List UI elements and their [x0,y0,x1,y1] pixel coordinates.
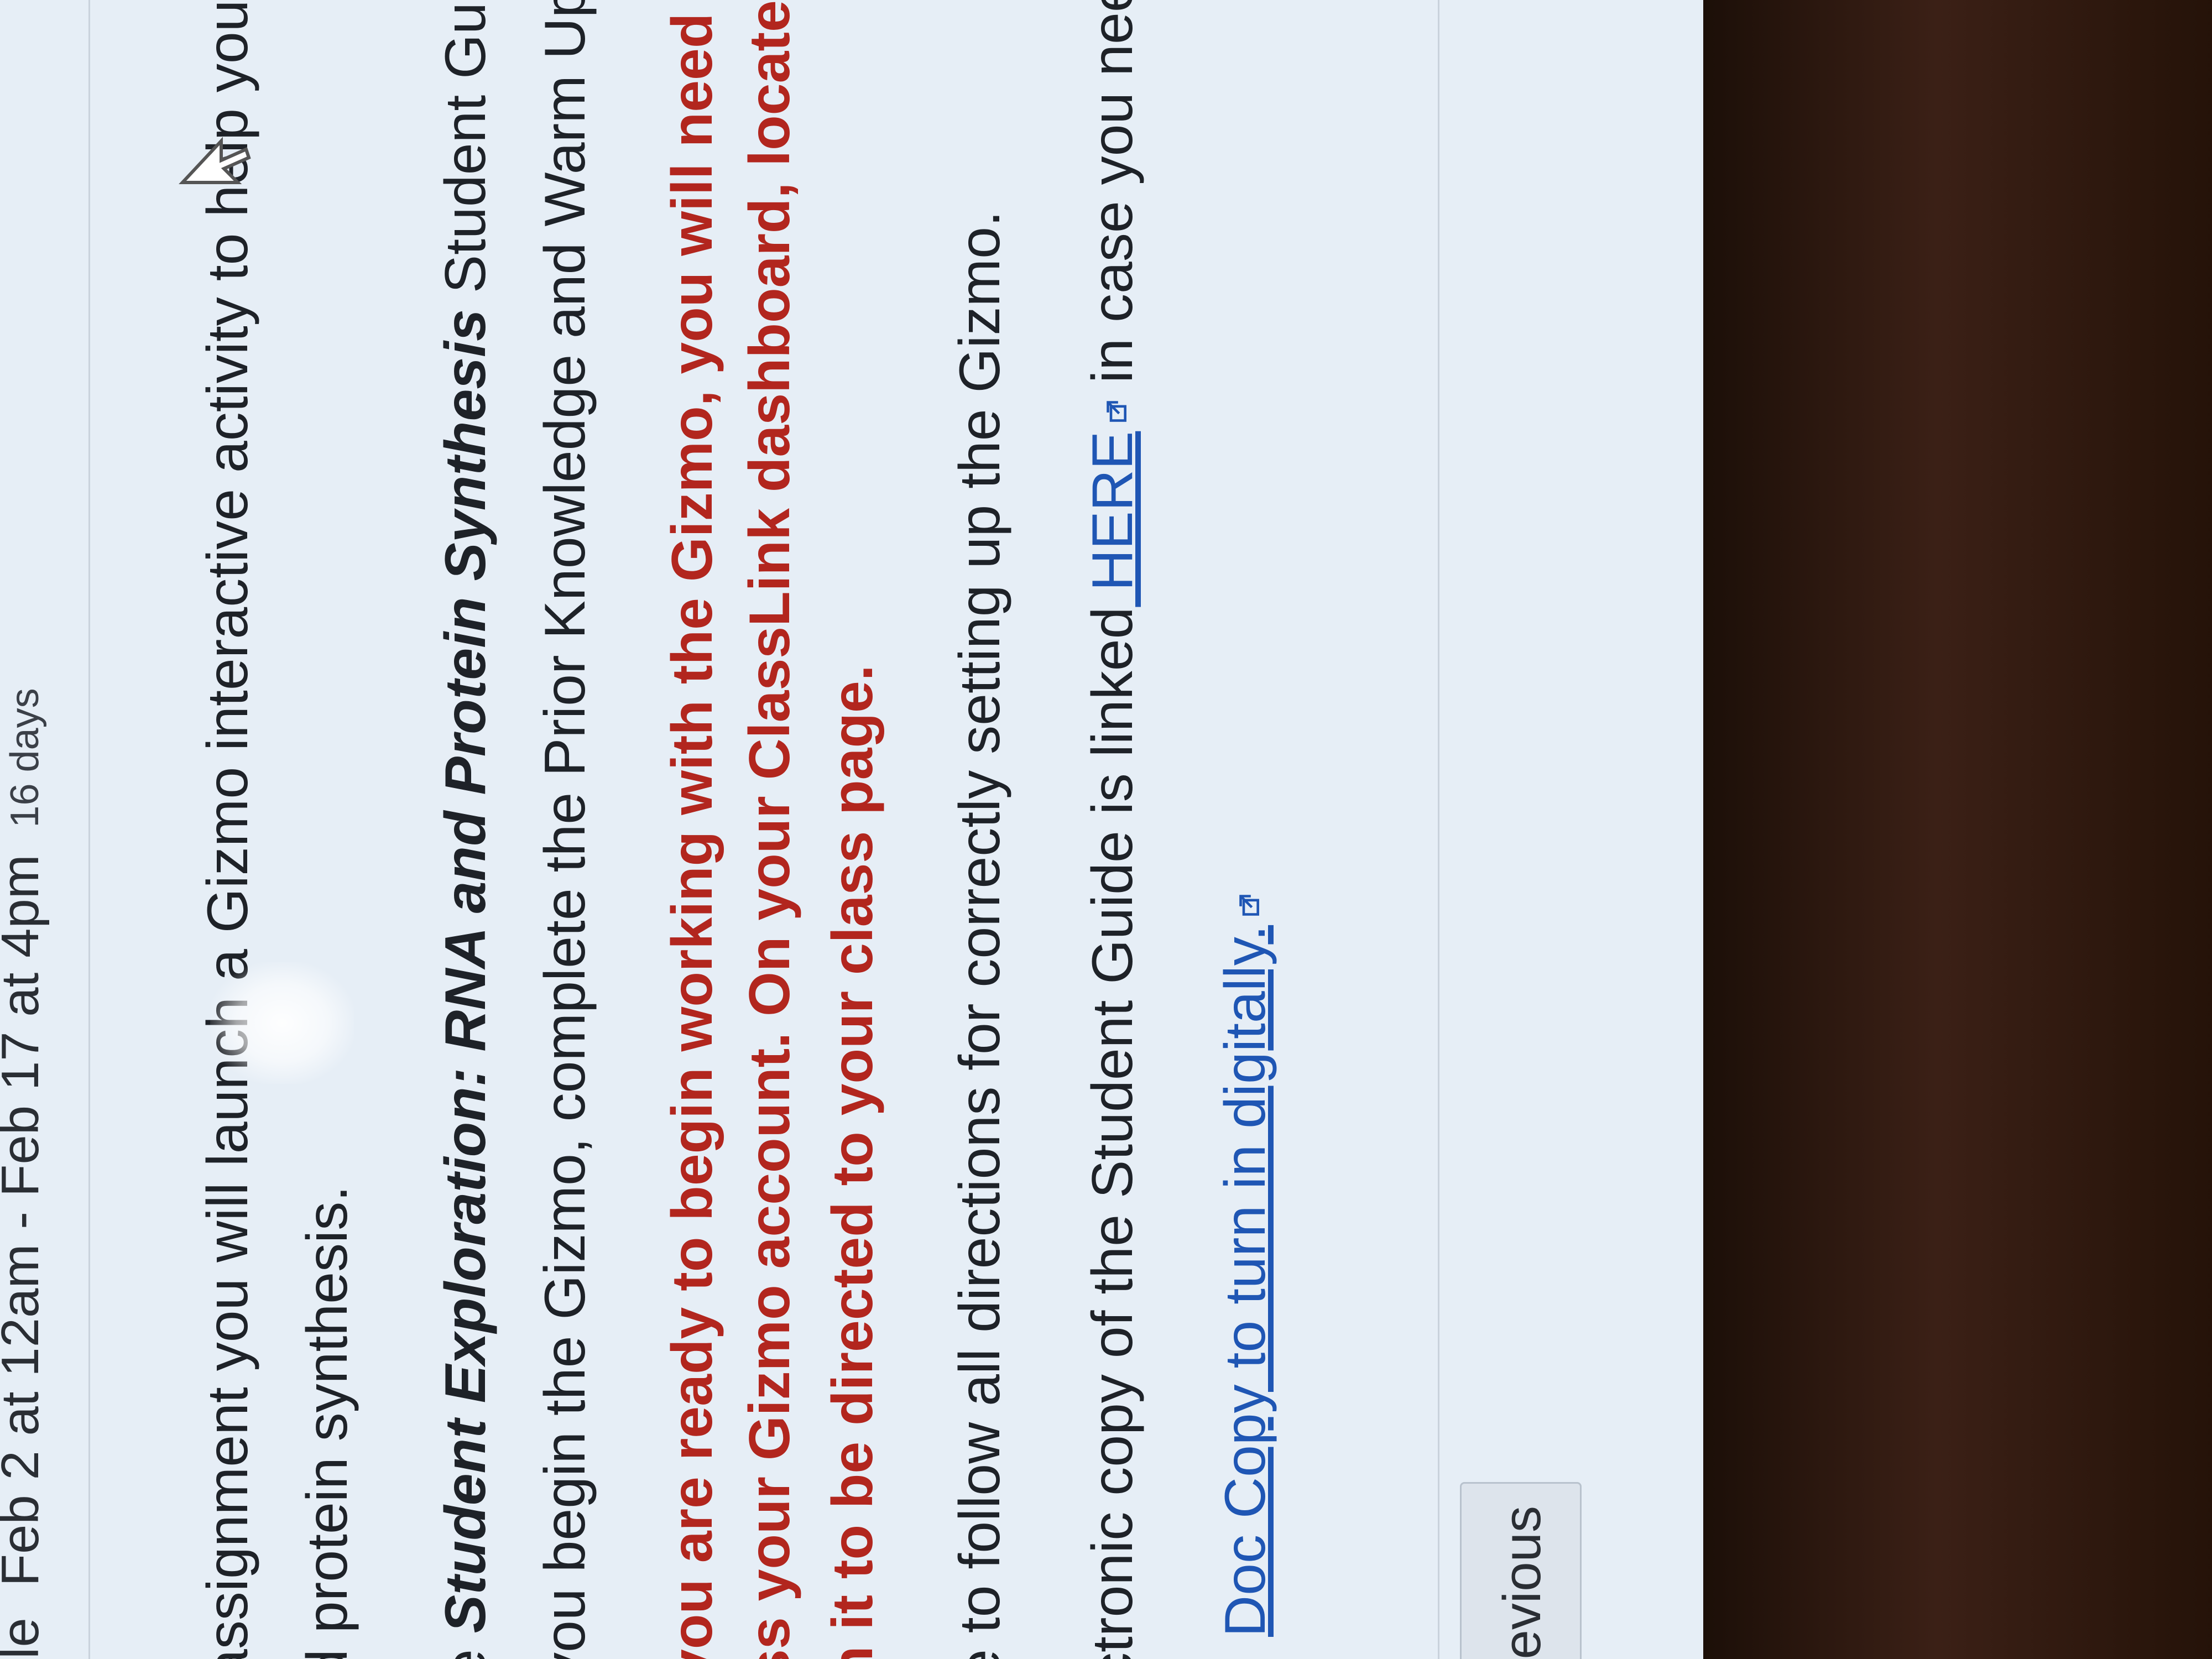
instructions-line-3: n it to be directed to your class page. [821,665,885,1659]
assignment-page: le Feb 2 at 12am - Feb 17 at 4pm 16 days… [0,0,2212,1659]
due-date-line: le Feb 2 at 12am - Feb 17 at 4pm 16 days [0,688,51,1659]
here-link[interactable]: HERE [1081,431,1145,607]
guide-line-2: you begin the Gizmo, complete the Prior … [533,0,597,1659]
doc-copy-line: Doc Copy to turn in digitally. [1213,893,1277,1637]
header-divider [88,0,90,1659]
external-link-icon[interactable] [1105,399,1129,424]
guide-line-1-start: e [434,1633,498,1659]
copy-link-line: ctronic copy of the Student Guide is lin… [1081,0,1145,1659]
intro-line-2: d protein synthesis. [295,1185,359,1659]
previous-button-label: evious [1493,1506,1552,1659]
guide-line-1: e Student Exploration: RNA and Protein S… [434,0,498,1659]
instructions-line-2: ss your Gizmo account. On your ClassLink… [738,0,802,1659]
footer-divider [1438,0,1439,1659]
guide-line-1-end: Student Guide in you [434,0,498,310]
intro-line-1: assignment you will launch a Gizmo inter… [196,0,260,1659]
due-duration: 16 days [3,688,47,828]
guide-title: Student Exploration: RNA and Protein Syn… [434,309,498,1634]
instructions-line-1: you are ready to begin working with the … [660,0,724,1659]
screen-bezel [1703,0,2212,1659]
doc-copy-link[interactable]: Doc Copy to turn in digitally. [1213,925,1277,1637]
photo-scene: le Feb 2 at 12am - Feb 17 at 4pm 16 days… [0,0,2212,1659]
due-range: Feb 2 at 12am - Feb 17 at 4pm [0,854,50,1587]
arrow-cursor-icon [179,137,251,184]
copy-link-text-start: ctronic copy of the Student Guide is lin… [1081,607,1145,1659]
screen-glare [210,962,354,1084]
copy-link-text-end: in case you need i [1081,0,1145,399]
setup-note: e to follow all directions for correctly… [948,211,1012,1659]
external-link-icon[interactable] [1238,893,1262,917]
previous-button[interactable]: evious [1460,1482,1582,1659]
due-label: le [0,1618,50,1659]
